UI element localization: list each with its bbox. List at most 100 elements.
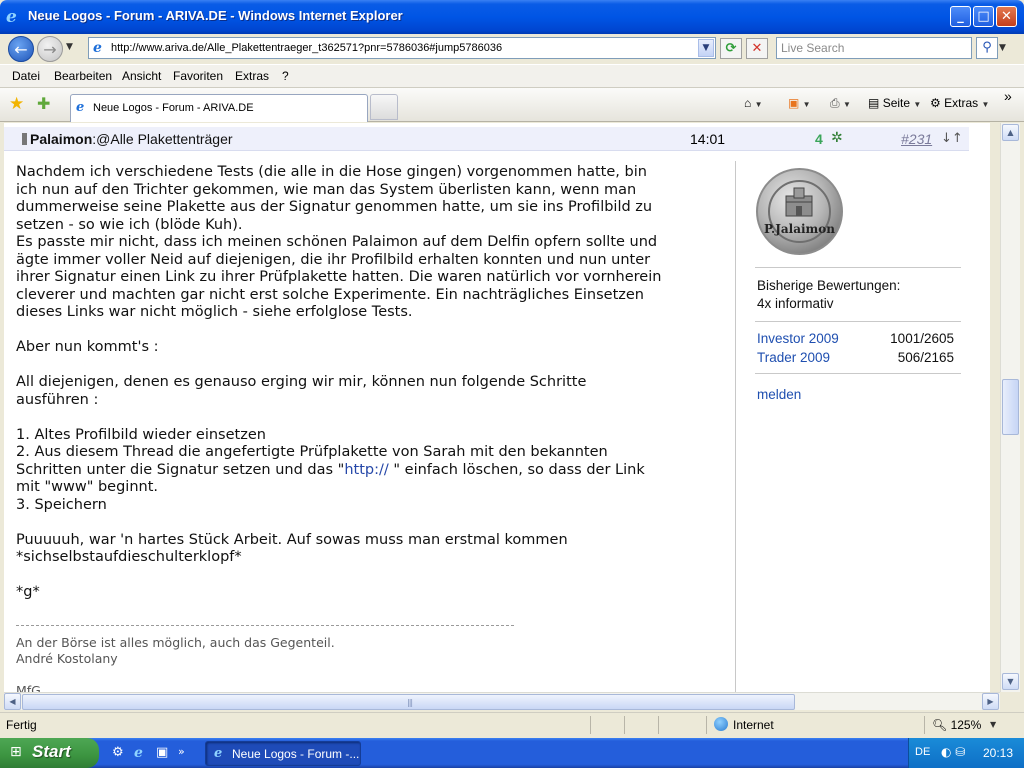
- new-tab-button[interactable]: [370, 94, 398, 120]
- search-options-dropdown[interactable]: ▼: [999, 43, 1006, 53]
- internet-zone-icon: [714, 717, 728, 731]
- refresh-button[interactable]: ⟳: [720, 38, 742, 59]
- body-line: Es passte mir nicht, dass ich meinen sch…: [16, 234, 658, 250]
- body-line: All diejenigen, denen es genauso erging …: [16, 374, 587, 390]
- quicklaunch-more-icon[interactable]: »: [178, 745, 185, 758]
- signature: An der Börse ist alles möglich, auch das…: [16, 635, 335, 667]
- start-label: Start: [32, 742, 71, 761]
- body-line: Schritten unter die Signatur setzen und …: [16, 462, 706, 480]
- zoom-icon: 🔍︎: [932, 718, 948, 732]
- add-favorites-icon[interactable]: ✚: [37, 94, 50, 114]
- tools-menu[interactable]: ⚙ Extras ▼: [930, 96, 989, 110]
- page-icon: ▤: [868, 96, 880, 110]
- home-icon[interactable]: ⌂ ▼: [744, 96, 763, 110]
- stat-investor-2009-value: 1001/2605: [890, 331, 954, 346]
- post-rating-count: 4: [815, 131, 823, 147]
- horizontal-scroll-thumb[interactable]: |||: [22, 694, 795, 710]
- body-text: Schritten unter die Signatur setzen und …: [16, 461, 345, 478]
- back-button[interactable]: ←: [8, 36, 34, 62]
- page-content: Palaimon:@Alle Plakettenträger 14:01 4 ✲…: [4, 123, 990, 692]
- start-button[interactable]: ⊞ Start: [0, 738, 99, 768]
- ratings-value: 4x informativ: [757, 296, 834, 311]
- address-bar[interactable]: e http://www.ariva.de/Alle_Plakettentrae…: [88, 37, 716, 59]
- menu-ansicht[interactable]: Ansicht: [122, 69, 161, 83]
- quicklaunch-settings-icon[interactable]: ⚙: [112, 745, 124, 760]
- print-icon[interactable]: ⎙ ▼: [830, 96, 851, 111]
- tab-active[interactable]: e Neue Logos - Forum - ARIVA.DE: [70, 94, 368, 122]
- signature-divider: [16, 625, 514, 626]
- ie-tab-icon: e: [76, 100, 85, 115]
- quicklaunch-media-icon[interactable]: ▣: [156, 745, 168, 760]
- sidebar-separator: [755, 373, 961, 374]
- search-input[interactable]: Live Search: [776, 37, 972, 59]
- search-icon[interactable]: ⚲: [976, 37, 998, 59]
- post-time: 14:01: [690, 131, 726, 147]
- post-author[interactable]: Palaimon: [30, 131, 92, 147]
- page-menu-label: Seite: [882, 96, 911, 110]
- page-menu[interactable]: ▤ Seite ▼: [868, 96, 921, 110]
- recent-pages-dropdown[interactable]: ▼: [66, 42, 73, 52]
- feeds-icon[interactable]: ▣ ▼: [788, 96, 811, 110]
- menu-favoriten[interactable]: Favoriten: [173, 69, 223, 83]
- ie-page-icon: e: [93, 40, 102, 56]
- menu-help[interactable]: ?: [282, 69, 289, 83]
- taskbar-window-label: Neue Logos - Forum -...: [232, 747, 360, 761]
- stat-trader-2009-value: 506/2165: [897, 350, 954, 365]
- quicklaunch-ie-icon[interactable]: e: [134, 745, 143, 761]
- system-tray: DE ◐ ⛁ 20:13: [908, 738, 1024, 768]
- menu-bearbeiten[interactable]: Bearbeiten: [54, 69, 112, 83]
- close-button[interactable]: ✕: [996, 6, 1017, 27]
- favorites-star-icon[interactable]: ★: [9, 94, 24, 114]
- scroll-left-button[interactable]: ◀: [4, 693, 21, 710]
- tools-menu-label: Extras: [944, 96, 979, 110]
- signature-quote: An der Börse ist alles möglich, auch das…: [16, 635, 335, 650]
- stat-trader-2009-link[interactable]: Trader 2009: [757, 350, 830, 365]
- signature-greeting: MfG: [16, 683, 41, 692]
- menu-extras[interactable]: Extras: [235, 69, 269, 83]
- more-commands-button[interactable]: »: [1004, 88, 1012, 104]
- sidebar-separator: [755, 267, 961, 268]
- http-link[interactable]: http://: [344, 462, 388, 478]
- zoom-level[interactable]: 🔍︎ 125%: [932, 718, 981, 732]
- post-number-link[interactable]: #231: [901, 131, 932, 147]
- status-text: Fertig: [6, 718, 37, 732]
- vertical-scroll-thumb[interactable]: [1002, 379, 1019, 435]
- taskbar: ⊞ Start ⚙ e ▣ » e Neue Logos - Forum -..…: [0, 738, 1024, 768]
- address-url[interactable]: http://www.ariva.de/Alle_Plakettentraege…: [111, 42, 502, 54]
- body-line: Aber nun kommt's :: [16, 339, 159, 355]
- scroll-down-button[interactable]: ▼: [1002, 673, 1019, 690]
- vertical-scrollbar[interactable]: ▲ ▼: [1000, 123, 1020, 692]
- minimize-button[interactable]: _: [950, 6, 971, 27]
- zoom-dropdown[interactable]: ▼: [990, 720, 996, 729]
- post-marker-icon: [22, 133, 27, 145]
- body-line: ich nun auf den Trichter gekommen, wie m…: [16, 181, 637, 198]
- body-line: ägte immer voller Neid auf diejenigen, d…: [16, 251, 651, 268]
- post-navigation-arrows[interactable]: ↓↑: [941, 131, 963, 146]
- body-line: 2. Aus diesem Thread die angefertigte Pr…: [16, 444, 608, 460]
- zoom-value: 125%: [950, 718, 982, 732]
- body-line: 1. Altes Profilbild wieder einsetzen: [16, 426, 266, 443]
- menu-datei[interactable]: Datei: [12, 69, 40, 83]
- ratings-label: Bisherige Bewertungen:: [757, 278, 901, 293]
- scroll-right-button[interactable]: ▶: [982, 693, 999, 710]
- address-dropdown-button[interactable]: ▼: [698, 39, 714, 57]
- avatar[interactable]: P.Jalaimon: [756, 168, 843, 255]
- body-line: dummerweise seine Plakette aus der Signa…: [16, 199, 653, 215]
- horizontal-scrollbar[interactable]: ◀ ||| ▶: [4, 692, 1000, 710]
- body-line: mit "www" beginnt.: [16, 479, 159, 495]
- forward-button[interactable]: →: [37, 36, 63, 62]
- language-indicator[interactable]: DE: [915, 746, 930, 758]
- stop-button[interactable]: ✕: [746, 38, 768, 59]
- body-line: dieses Links war nicht möglich - siehe e…: [16, 304, 413, 320]
- scroll-up-button[interactable]: ▲: [1002, 124, 1019, 141]
- taskbar-window-button[interactable]: e Neue Logos - Forum -...: [205, 741, 361, 766]
- post-subject: :@Alle Plakettenträger: [92, 131, 233, 147]
- body-line: Nachdem ich verschiedene Tests (die alle…: [16, 164, 647, 180]
- report-link[interactable]: melden: [757, 387, 801, 402]
- stat-investor-2009-link[interactable]: Investor 2009: [757, 331, 839, 346]
- rating-star-icon[interactable]: ✲: [831, 130, 843, 146]
- tray-network-icon[interactable]: ◐ ⛁: [941, 745, 965, 759]
- maximize-button[interactable]: □: [973, 6, 994, 27]
- security-zone[interactable]: Internet: [733, 718, 774, 732]
- clock[interactable]: 20:13: [983, 746, 1013, 760]
